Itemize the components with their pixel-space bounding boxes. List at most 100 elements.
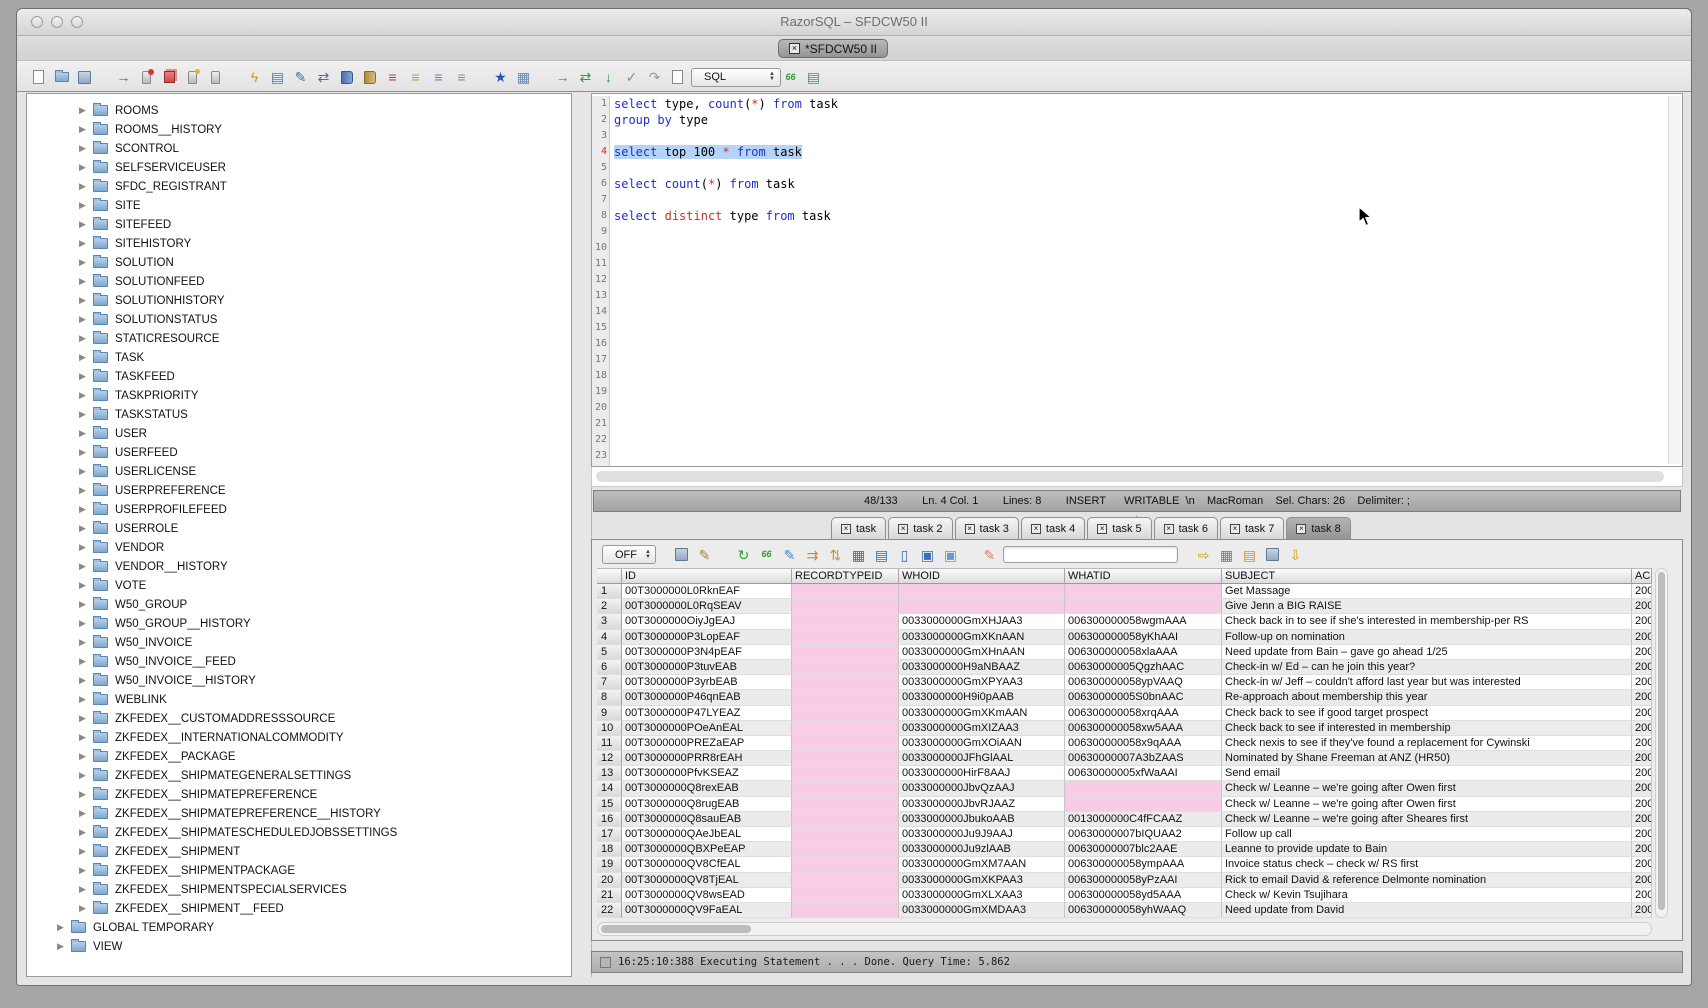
- cell[interactable]: Send email: [1222, 766, 1632, 781]
- copy-table-icon[interactable]: ▣: [941, 545, 960, 564]
- tree-item-rooms-history[interactable]: ▶ROOMS__HISTORY: [27, 120, 571, 139]
- tree-item-zkfedex-shipmentpackage[interactable]: ▶ZKFEDEX__SHIPMENTPACKAGE: [27, 861, 571, 880]
- tree-item-global-temporary[interactable]: ▶GLOBAL TEMPORARY: [27, 918, 571, 937]
- cell[interactable]: 0033000000GmXM7AAN: [899, 857, 1065, 872]
- reload-table-icon[interactable]: ▦: [849, 545, 868, 564]
- sort-icon[interactable]: ⇅: [826, 545, 845, 564]
- cell[interactable]: [792, 903, 899, 918]
- tree-item-view[interactable]: ▶VIEW: [27, 937, 571, 956]
- table-row[interactable]: 1100T3000000PREZaEAP0033000000GmXOiAAN00…: [597, 736, 1652, 751]
- tree-item-site[interactable]: ▶SITE: [27, 196, 571, 215]
- cell[interactable]: 0033000000GmXHJAA3: [899, 614, 1065, 629]
- disclosure-triangle-icon[interactable]: ▶: [79, 599, 93, 610]
- disclosure-triangle-icon[interactable]: ▶: [79, 371, 93, 382]
- cell[interactable]: 200: [1632, 690, 1652, 705]
- close-tab-icon[interactable]: ×: [1031, 524, 1041, 534]
- edit-results-icon[interactable]: ✎: [695, 545, 714, 564]
- cell[interactable]: 0033000000GmXLXAA3: [899, 888, 1065, 903]
- close-tab-icon[interactable]: ×: [1164, 524, 1174, 534]
- cell[interactable]: [792, 645, 899, 660]
- cell[interactable]: 7: [597, 675, 622, 690]
- cell[interactable]: 00T3000000QV8TjEAL: [622, 873, 792, 888]
- disclosure-triangle-icon[interactable]: ▶: [79, 333, 93, 344]
- disclosure-triangle-icon[interactable]: ▶: [79, 694, 93, 705]
- cell[interactable]: 16: [597, 812, 622, 827]
- database-tree[interactable]: ▶ROOMS▶ROOMS__HISTORY▶SCONTROL▶SELFSERVI…: [26, 93, 572, 977]
- cell[interactable]: 0033000000JbvRJAAZ: [899, 797, 1065, 812]
- cell[interactable]: 00T3000000Q8rugEAB: [622, 797, 792, 812]
- script-icon[interactable]: ▤: [1240, 545, 1259, 564]
- cell[interactable]: 00630000007A3bZAAS: [1065, 751, 1222, 766]
- cell[interactable]: Nominated by Shane Freeman at ANZ (HR50): [1222, 751, 1632, 766]
- table-row[interactable]: 1400T3000000Q8rexEAB0033000000JbvQzAAJCh…: [597, 781, 1652, 796]
- cell[interactable]: 0033000000JbukoAAB: [899, 812, 1065, 827]
- cell[interactable]: 00630000005S0bnAAC: [1065, 690, 1222, 705]
- disclosure-triangle-icon[interactable]: ▶: [79, 181, 93, 192]
- cell[interactable]: Check-in w/ Ed – can he join this year?: [1222, 660, 1632, 675]
- disclosure-triangle-icon[interactable]: ▶: [79, 903, 93, 914]
- notes-icon[interactable]: [668, 68, 687, 87]
- cell[interactable]: 00T3000000QV8CfEAL: [622, 857, 792, 872]
- cell[interactable]: 0033000000JFhGlAAL: [899, 751, 1065, 766]
- cell[interactable]: 8: [597, 690, 622, 705]
- cell[interactable]: 0033000000GmXIZAA3: [899, 721, 1065, 736]
- cell[interactable]: [792, 675, 899, 690]
- disclosure-triangle-icon[interactable]: ▶: [57, 941, 71, 952]
- cell[interactable]: Check w/ Kevin Tsujihara: [1222, 888, 1632, 903]
- disclosure-triangle-icon[interactable]: ▶: [79, 865, 93, 876]
- disclosure-triangle-icon[interactable]: ▶: [79, 257, 93, 268]
- cell[interactable]: 00T3000000P46qnEAB: [622, 690, 792, 705]
- cell[interactable]: [792, 873, 899, 888]
- cell[interactable]: 00630000007blc2AAE: [1065, 842, 1222, 857]
- cell[interactable]: 00T3000000PRR8rEAH: [622, 751, 792, 766]
- align-list-icon[interactable]: ≡: [429, 68, 448, 87]
- cell[interactable]: 0033000000H9aNBAAZ: [899, 660, 1065, 675]
- row-limit-select[interactable]: OFF▲▼: [602, 545, 656, 564]
- disclosure-triangle-icon[interactable]: ▶: [79, 713, 93, 724]
- table-row[interactable]: 700T3000000P3yrbEAB0033000000GmXPYAA3006…: [597, 675, 1652, 690]
- cell[interactable]: 00T3000000POeAnEAL: [622, 721, 792, 736]
- table-row[interactable]: 2000T3000000QV8TjEAL0033000000GmXKPAA300…: [597, 873, 1652, 888]
- cell[interactable]: 00T3000000P3yrbEAB: [622, 675, 792, 690]
- disclosure-triangle-icon[interactable]: ▶: [79, 295, 93, 306]
- column-header-RECORDTYPEID[interactable]: RECORDTYPEID: [792, 568, 899, 584]
- table-row[interactable]: 1500T3000000Q8rugEAB0033000000JbvRJAAZCh…: [597, 797, 1652, 812]
- disclosure-triangle-icon[interactable]: ▶: [79, 238, 93, 249]
- close-tab-icon[interactable]: ×: [841, 524, 851, 534]
- column-header-rownum[interactable]: [597, 568, 622, 584]
- tree-item-w50-invoice-feed[interactable]: ▶W50_INVOICE__FEED: [27, 652, 571, 671]
- cell[interactable]: 006300000058yPzAAI: [1065, 873, 1222, 888]
- disclosure-triangle-icon[interactable]: ▶: [79, 504, 93, 515]
- cell[interactable]: 00T3000000PREZaEAP: [622, 736, 792, 751]
- close-tab-icon[interactable]: ×: [1230, 524, 1240, 534]
- cell[interactable]: [1065, 781, 1222, 796]
- disclosure-triangle-icon[interactable]: ▶: [79, 542, 93, 553]
- cell[interactable]: [792, 706, 899, 721]
- export-table-icon[interactable]: ▦: [1217, 545, 1236, 564]
- table-row[interactable]: 900T3000000P47LYEAZ0033000000GmXKmAAN006…: [597, 706, 1652, 721]
- tree-item-solution[interactable]: ▶SOLUTION: [27, 253, 571, 272]
- cell[interactable]: Check w/ Leanne – we're going after Owen…: [1222, 797, 1632, 812]
- cell[interactable]: Give Jenn a BIG RAISE: [1222, 599, 1632, 614]
- cell[interactable]: 10: [597, 721, 622, 736]
- cell[interactable]: [792, 751, 899, 766]
- favorites-star-icon[interactable]: ★: [491, 68, 510, 87]
- cell[interactable]: 200: [1632, 842, 1652, 857]
- panel-splitter[interactable]: [572, 93, 592, 977]
- disclosure-triangle-icon[interactable]: ▶: [79, 884, 93, 895]
- tree-item-userpreference[interactable]: ▶USERPREFERENCE: [27, 481, 571, 500]
- tree-item-sitehistory[interactable]: ▶SITEHISTORY: [27, 234, 571, 253]
- table-row[interactable]: 400T3000000P3LopEAF0033000000GmXKnAAN006…: [597, 630, 1652, 645]
- column-header-AC[interactable]: AC: [1632, 568, 1652, 584]
- cell[interactable]: 00T3000000QV8wsEAD: [622, 888, 792, 903]
- tree-item-w50-invoice[interactable]: ▶W50_INVOICE: [27, 633, 571, 652]
- cell[interactable]: 200: [1632, 645, 1652, 660]
- cell[interactable]: 20: [597, 873, 622, 888]
- close-tab-icon[interactable]: ×: [898, 524, 908, 534]
- tree-item-zkfedex-shipmatepreference-history[interactable]: ▶ZKFEDEX__SHIPMATEPREFERENCE__HISTORY: [27, 804, 571, 823]
- run-loop-icon[interactable]: ⇄: [576, 68, 595, 87]
- cell[interactable]: 200: [1632, 660, 1652, 675]
- tree-view-icon[interactable]: ⇉: [803, 545, 822, 564]
- result-tab-task-8[interactable]: ×task 8: [1286, 517, 1350, 540]
- result-tab-task-7[interactable]: ×task 7: [1220, 517, 1284, 540]
